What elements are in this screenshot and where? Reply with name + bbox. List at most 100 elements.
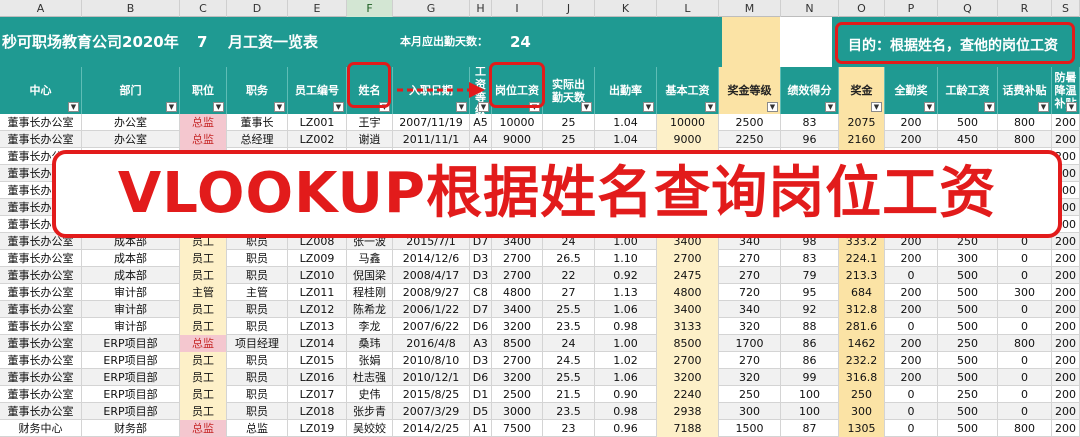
table-cell[interactable]: 马鑫 — [347, 250, 393, 267]
table-cell[interactable]: 2014/2/25 — [393, 420, 470, 437]
table-cell[interactable]: 200 — [885, 352, 938, 369]
table-cell[interactable]: 0 — [885, 386, 938, 403]
table-cell[interactable]: 0 — [998, 250, 1052, 267]
column-letter-i[interactable]: I — [492, 0, 543, 17]
table-cell[interactable]: 270 — [719, 352, 781, 369]
table-cell[interactable]: 23.5 — [543, 318, 595, 335]
table-cell[interactable]: 总监 — [227, 420, 288, 437]
table-cell[interactable]: 0.98 — [595, 318, 657, 335]
filter-dropdown-icon[interactable]: ▼ — [825, 102, 836, 112]
table-cell[interactable]: 7500 — [492, 420, 543, 437]
filter-dropdown-icon[interactable]: ▼ — [984, 102, 995, 112]
table-cell[interactable]: LZ012 — [288, 301, 347, 318]
table-cell[interactable]: ERP项目部 — [82, 335, 180, 352]
table-cell[interactable]: 4800 — [657, 284, 719, 301]
table-cell[interactable]: 200 — [1052, 284, 1080, 301]
spreadsheet[interactable]: ABCDEFGHIJKLMNOPQRS 秒可职场教育公司2020年 7 月工资一… — [0, 0, 1080, 437]
table-cell[interactable]: 董事长办公室 — [0, 114, 82, 131]
table-cell[interactable]: 200 — [885, 369, 938, 386]
table-cell[interactable]: 200 — [1052, 250, 1080, 267]
table-cell[interactable]: ERP项目部 — [82, 386, 180, 403]
table-cell[interactable]: 王宇 — [347, 114, 393, 131]
table-cell[interactable]: 270 — [719, 267, 781, 284]
table-cell[interactable]: 500 — [938, 318, 998, 335]
column-letter-r[interactable]: R — [998, 0, 1052, 17]
table-cell[interactable]: LZ010 — [288, 267, 347, 284]
table-cell[interactable]: 1.10 — [595, 250, 657, 267]
table-cell[interactable]: 职员 — [227, 386, 288, 403]
table-cell[interactable]: 职员 — [227, 352, 288, 369]
table-cell[interactable]: 250 — [839, 386, 885, 403]
table-cell[interactable]: 3200 — [492, 318, 543, 335]
table-cell[interactable]: 员工 — [180, 318, 227, 335]
table-cell[interactable]: A4 — [470, 131, 492, 148]
table-cell[interactable]: 董事长办公室 — [0, 403, 82, 420]
table-cell[interactable]: 2700 — [657, 250, 719, 267]
table-cell[interactable]: 86 — [781, 352, 839, 369]
table-cell[interactable]: 200 — [1052, 131, 1080, 148]
table-cell[interactable]: 员工 — [180, 301, 227, 318]
table-cell[interactable]: 9000 — [492, 131, 543, 148]
table-cell[interactable]: LZ015 — [288, 352, 347, 369]
table-cell[interactable]: LZ013 — [288, 318, 347, 335]
table-cell[interactable]: 200 — [1052, 301, 1080, 318]
table-cell[interactable]: 2007/6/22 — [393, 318, 470, 335]
table-cell[interactable]: 281.6 — [839, 318, 885, 335]
table-cell[interactable]: 员工 — [180, 369, 227, 386]
table-cell[interactable]: LZ002 — [288, 131, 347, 148]
table-cell[interactable]: 李龙 — [347, 318, 393, 335]
table-cell[interactable]: 张步青 — [347, 403, 393, 420]
table-cell[interactable]: 3000 — [492, 403, 543, 420]
table-cell[interactable]: 300 — [839, 403, 885, 420]
title-blank-cell[interactable] — [780, 17, 832, 67]
table-cell[interactable]: A5 — [470, 114, 492, 131]
table-cell[interactable]: 720 — [719, 284, 781, 301]
table-cell[interactable]: 8500 — [657, 335, 719, 352]
table-cell[interactable]: 0 — [998, 369, 1052, 386]
table-cell[interactable]: D6 — [470, 318, 492, 335]
table-cell[interactable]: 项目经理 — [227, 335, 288, 352]
table-cell[interactable]: LZ019 — [288, 420, 347, 437]
table-cell[interactable]: 职员 — [227, 318, 288, 335]
table-cell[interactable]: 董事长 — [227, 114, 288, 131]
table-cell[interactable]: 谢逍 — [347, 131, 393, 148]
table-cell[interactable]: 22 — [543, 267, 595, 284]
table-cell[interactable]: 2500 — [719, 114, 781, 131]
table-cell[interactable]: 2240 — [657, 386, 719, 403]
table-cell[interactable]: 职员 — [227, 369, 288, 386]
table-cell[interactable]: 100 — [781, 403, 839, 420]
table-cell[interactable]: 250 — [719, 386, 781, 403]
table-cell[interactable]: 0.92 — [595, 267, 657, 284]
filter-dropdown-icon[interactable]: ▼ — [213, 102, 224, 112]
table-cell[interactable]: 1.04 — [595, 131, 657, 148]
table-cell[interactable]: LZ011 — [288, 284, 347, 301]
table-cell[interactable]: 83 — [781, 114, 839, 131]
table-cell[interactable]: 21.5 — [543, 386, 595, 403]
table-cell[interactable]: 总监 — [180, 420, 227, 437]
table-cell[interactable]: 成本部 — [82, 250, 180, 267]
title-yellow-cell[interactable] — [722, 17, 780, 67]
table-cell[interactable]: 1462 — [839, 335, 885, 352]
table-cell[interactable]: 0 — [998, 301, 1052, 318]
table-cell[interactable]: 2700 — [492, 250, 543, 267]
table-cell[interactable]: 张娟 — [347, 352, 393, 369]
table-cell[interactable]: 200 — [885, 114, 938, 131]
table-cell[interactable]: 10000 — [492, 114, 543, 131]
table-cell[interactable]: 2007/11/19 — [393, 114, 470, 131]
table-cell[interactable]: 500 — [938, 369, 998, 386]
table-cell[interactable]: 员工 — [180, 267, 227, 284]
table-cell[interactable]: 职员 — [227, 250, 288, 267]
table-cell[interactable]: D6 — [470, 369, 492, 386]
table-cell[interactable]: 213.3 — [839, 267, 885, 284]
table-cell[interactable]: 200 — [885, 131, 938, 148]
table-cell[interactable]: 88 — [781, 318, 839, 335]
table-cell[interactable]: 2075 — [839, 114, 885, 131]
table-cell[interactable]: 200 — [1052, 114, 1080, 131]
column-letter-c[interactable]: C — [180, 0, 227, 17]
column-letter-o[interactable]: O — [839, 0, 885, 17]
table-cell[interactable]: 316.8 — [839, 369, 885, 386]
column-letter-d[interactable]: D — [227, 0, 288, 17]
table-cell[interactable]: 800 — [998, 114, 1052, 131]
column-letter-b[interactable]: B — [82, 0, 180, 17]
table-cell[interactable]: 0.90 — [595, 386, 657, 403]
